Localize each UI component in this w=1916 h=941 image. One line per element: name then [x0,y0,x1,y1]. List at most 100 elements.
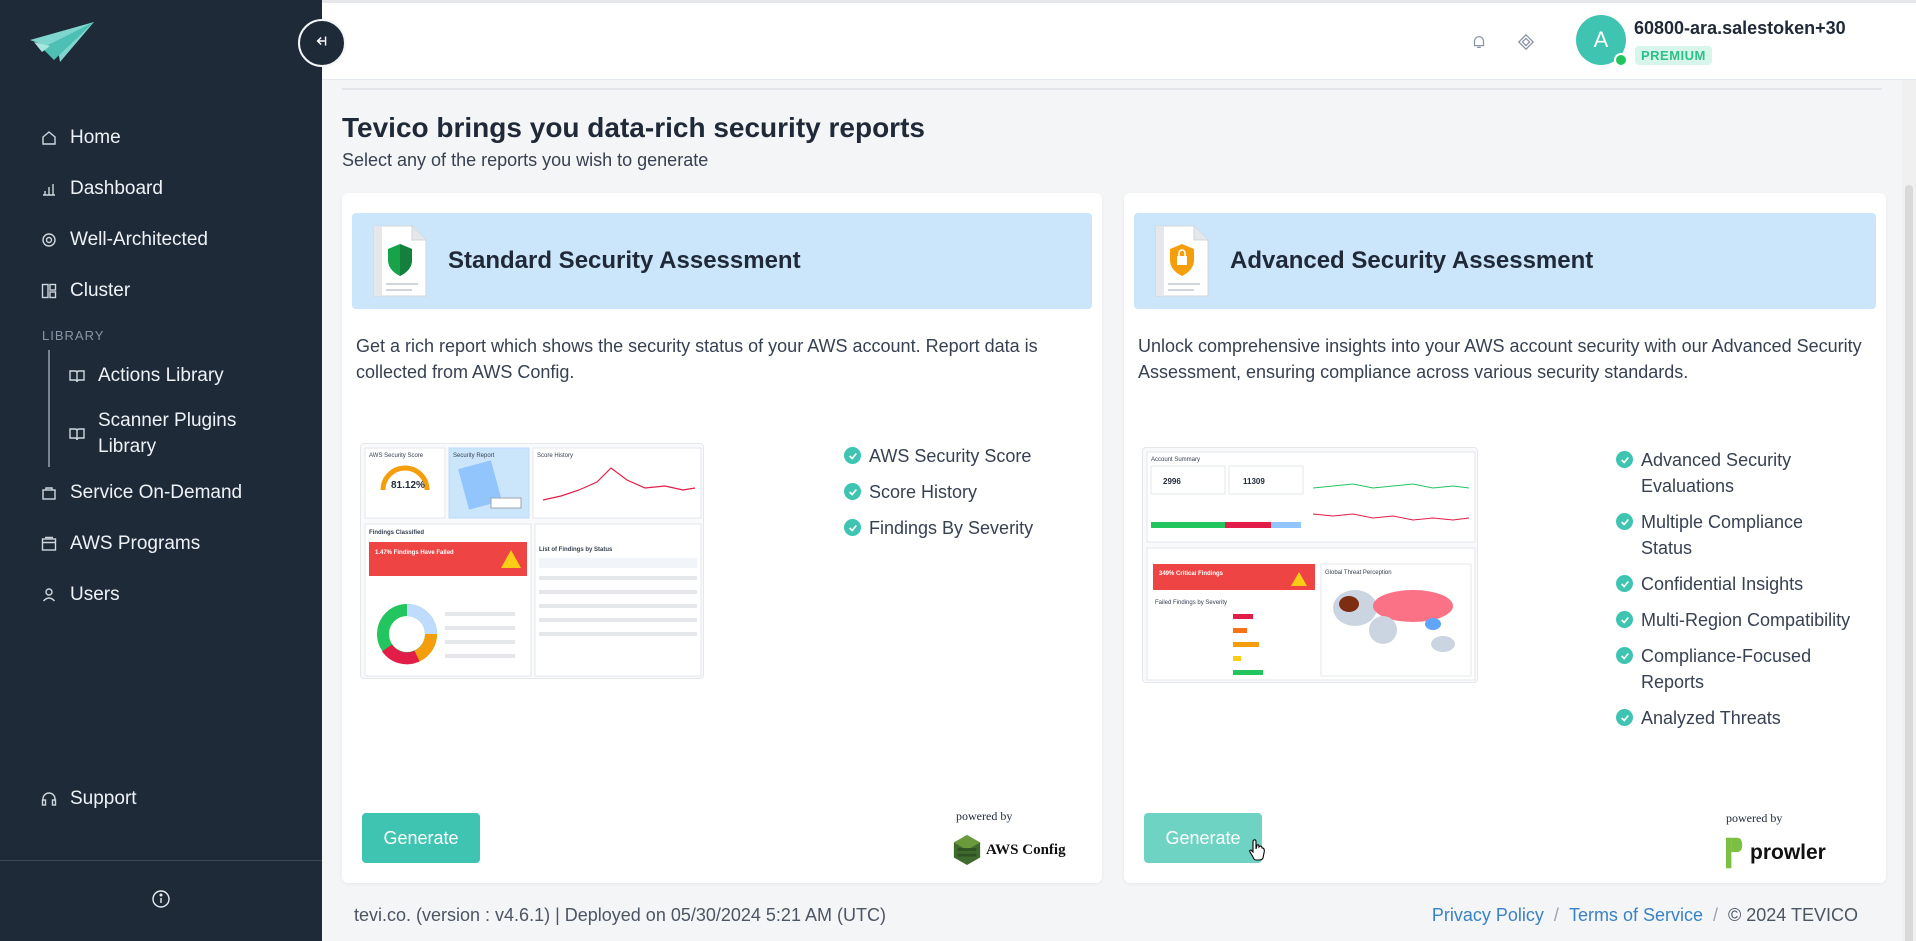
sidebar-item-actions-library[interactable]: Actions Library [50,350,322,401]
powered-by-label: powered by [1726,811,1783,825]
preview-report-title: Security Report [453,453,495,459]
feature-label: AWS Security Score [869,446,1032,466]
preview-alert-text: 349% Critical Findings [1159,571,1224,577]
scrollbar-thumb[interactable] [1905,185,1913,941]
card-description: Get a rich report which shows the securi… [356,336,1038,382]
book-icon [68,425,86,443]
feature-item: Advanced Security Evaluations [1616,447,1856,499]
sidebar-nav: Home Dashboard Well-Architected Cluster … [0,112,322,620]
check-icon [1616,451,1633,468]
avatar[interactable]: A [1576,15,1628,67]
sidebar-item-label: Well-Architected [70,228,208,250]
user-name[interactable]: 60800-ara.salestoken+30 [1634,18,1846,39]
sidebar-item-label: Home [70,126,121,148]
preview-findings-value: 11309 [1243,477,1265,486]
divider [342,88,1882,90]
feature-label: Confidential Insights [1641,574,1804,594]
hand-cursor-icon [1248,838,1266,862]
sidebar-item-label: Support [70,787,137,809]
integrations-icon[interactable] [1515,31,1537,53]
page-subtitle: Select any of the reports you wish to ge… [342,150,709,170]
feature-item: Score History [844,479,1033,505]
feature-list: Advanced Security Evaluations Multiple C… [1616,447,1856,741]
feature-label: Analyzed Threats [1641,708,1781,728]
sidebar-item-aws-programs[interactable]: AWS Programs [0,518,322,569]
check-icon [1616,575,1633,592]
generate-advanced-button[interactable]: Generate [1144,813,1262,863]
preview-findings-title: Findings Classified [369,530,424,536]
preview-list-title: List of Findings by Status [539,547,613,553]
sidebar-item-label: Dashboard [70,177,163,199]
online-status-dot [1614,53,1628,67]
sidebar-support-section: Support [0,773,322,824]
footer-links: Privacy Policy / Terms of Service / © 20… [1432,905,1858,926]
feature-item: Compliance-Focused Reports [1616,643,1856,695]
feature-label: Findings By Severity [869,518,1034,538]
programs-icon [40,535,58,553]
feature-item: Multiple Compliance Status [1616,509,1856,561]
standard-assessment-card: Standard Security Assessment Get a rich … [342,193,1102,883]
plan-badge: PREMIUM [1635,46,1712,65]
feature-label: Multiple Compliance Status [1641,512,1804,558]
target-icon [40,231,58,249]
copyright-text: © 2024 TEVICO [1728,905,1858,925]
feature-item: Confidential Insights [1616,571,1856,597]
sidebar-item-service-on-demand[interactable]: Service On-Demand [0,467,322,518]
headset-icon [40,790,58,808]
bell-icon[interactable] [1468,31,1490,53]
powered-by-label: powered by [956,809,1013,823]
privacy-policy-link[interactable]: Privacy Policy [1432,905,1544,926]
feature-label: Multi-Region Compatibility [1641,610,1851,630]
card-banner: Standard Security Assessment [352,213,1092,309]
card-title: Advanced Security Assessment [1230,247,1594,274]
check-icon [844,447,861,464]
home-icon [40,129,58,147]
footer-separator: / [1553,905,1559,925]
footer-separator: / [1712,905,1718,925]
preview-score-value: 81.12% [391,480,425,491]
bag-icon [40,484,58,502]
generate-standard-button[interactable]: Generate [362,813,480,863]
feature-label: Score History [869,482,978,502]
user-icon [40,586,58,604]
sidebar-item-label: Cluster [70,279,131,301]
top-header: A 60800-ara.salestoken+30 PREMIUM [322,0,1916,80]
sidebar-collapse-button[interactable] [298,19,346,67]
preview-severity-title: Failed Findings by Severity [1155,600,1227,606]
feature-label: Compliance-Focused Reports [1641,646,1812,692]
sidebar-item-label: AWS Programs [70,532,201,554]
brand-label: prowler [1750,841,1826,864]
preview-history-title: Score History [537,453,573,459]
feature-item: AWS Security Score [844,443,1033,469]
info-icon[interactable] [151,889,171,914]
sidebar-item-cluster[interactable]: Cluster [0,265,322,316]
layout-icon [40,282,58,300]
sidebar-item-dashboard[interactable]: Dashboard [0,163,322,214]
library-group: Actions Library Scanner Plugins Library [48,350,322,467]
sidebar-item-support[interactable]: Support [0,773,322,824]
check-icon [1616,513,1633,530]
terms-of-service-link[interactable]: Terms of Service [1569,905,1703,926]
sidebar-item-scanner-plugins-library[interactable]: Scanner Plugins Library [50,401,322,467]
sidebar-item-home[interactable]: Home [0,112,322,163]
sidebar-item-label: Actions Library [98,364,224,386]
check-icon [1616,611,1633,628]
sidebar-item-label: Service On-Demand [70,481,243,503]
sidebar-item-label: Scanner Plugins Library [98,410,237,457]
check-icon [1616,647,1633,664]
feature-label: Advanced Security Evaluations [1641,450,1792,496]
report-preview-image: Account Summary 2996 11309 349% Critical… [1142,447,1478,683]
preview-score-title: AWS Security Score [369,453,424,459]
preview-alert-text: 1.47% Findings Have Failed [375,550,454,556]
sidebar-item-well-architected[interactable]: Well-Architected [0,214,322,265]
card-description: Unlock comprehensive insights into your … [1138,336,1862,382]
footer-version: tevi.co. (version : v4.6.1) | Deployed o… [354,905,886,925]
sidebar-item-users[interactable]: Users [0,569,322,620]
sidebar: Home Dashboard Well-Architected Cluster … [0,0,322,941]
tevico-logo[interactable] [30,22,94,62]
avatar-initial: A [1593,27,1609,52]
scrollbar[interactable] [1902,80,1916,941]
prowler-logo: prowler [1726,837,1826,869]
shield-lock-document-icon [1152,222,1212,300]
card-title: Standard Security Assessment [448,247,801,274]
